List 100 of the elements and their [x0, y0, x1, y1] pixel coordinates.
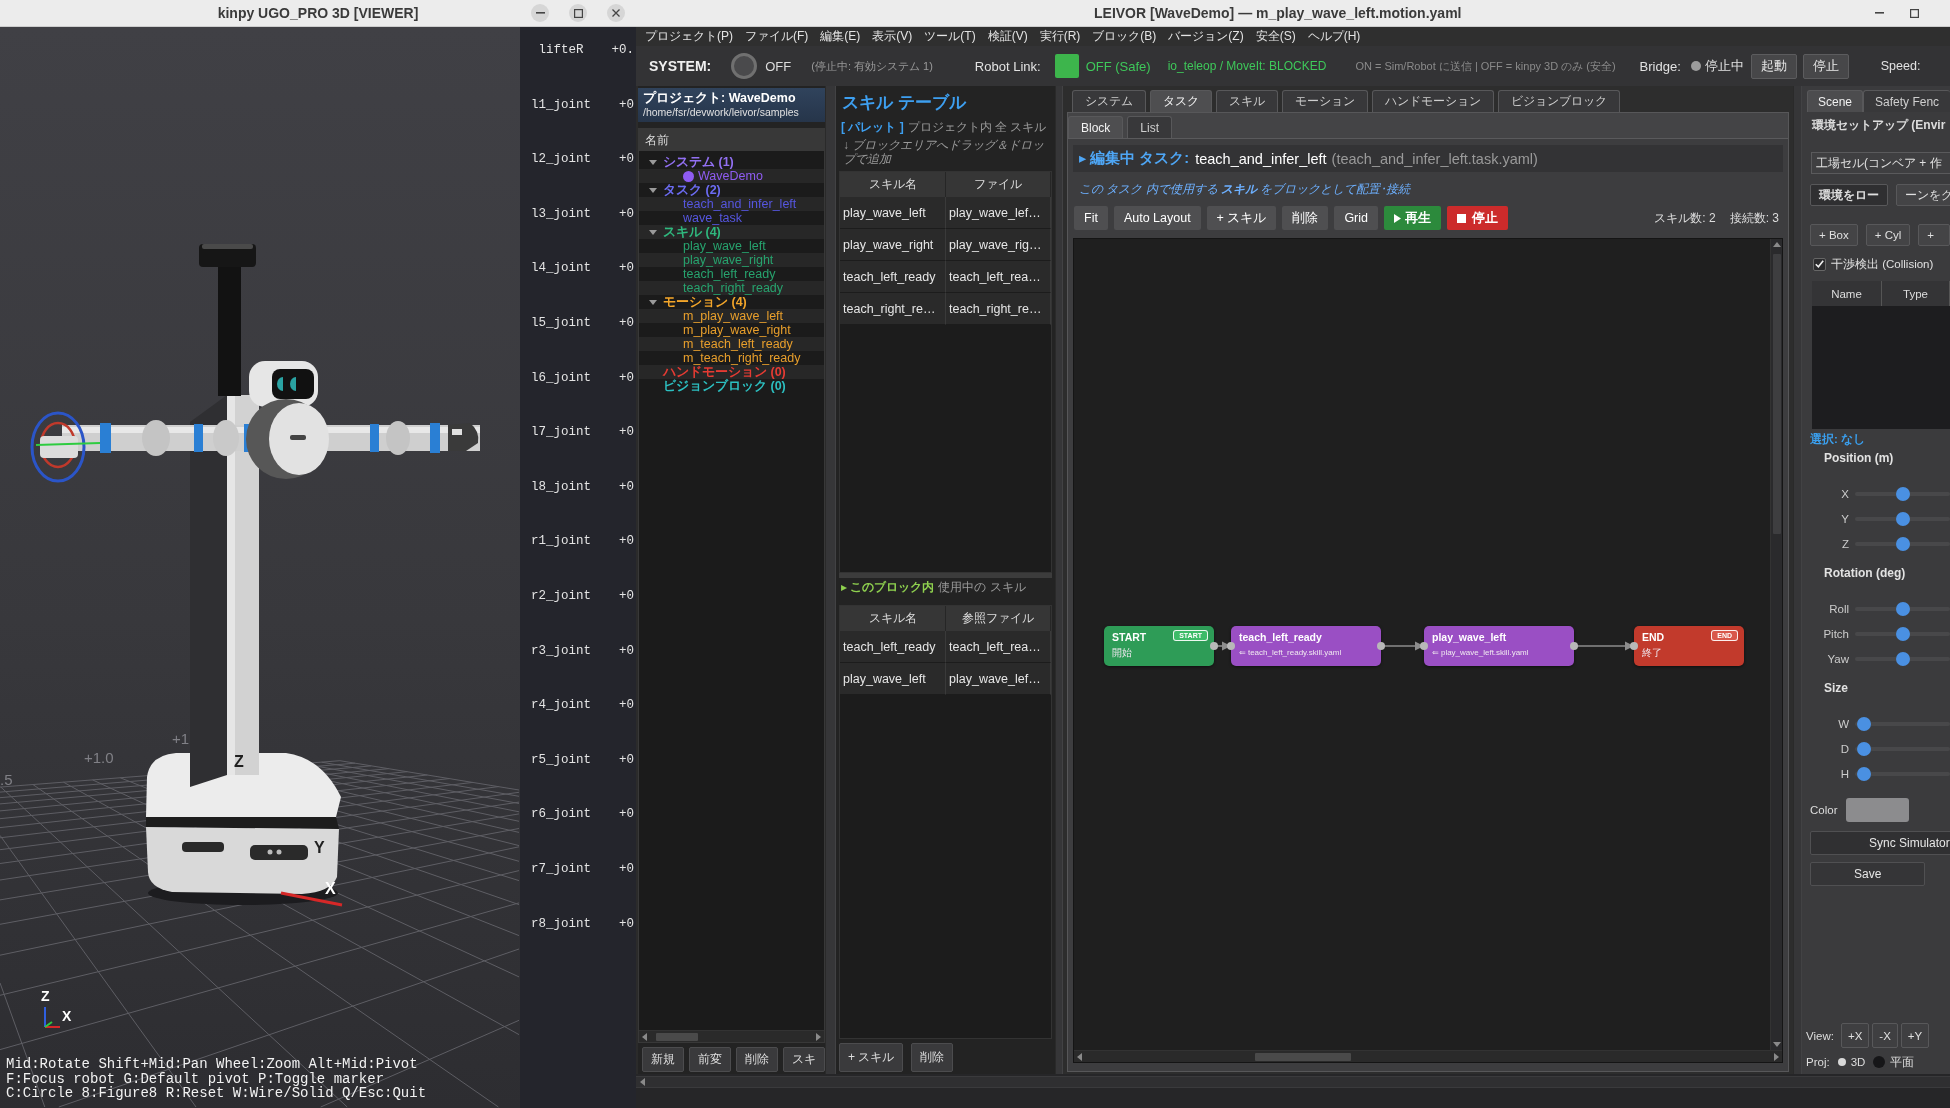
scroll-left-icon[interactable]	[642, 1032, 647, 1041]
table-cell[interactable]: teach_left_rea…	[946, 631, 1051, 663]
scene-button[interactable]: ーンをク	[1896, 184, 1950, 206]
tab[interactable]: スキル	[1216, 90, 1278, 112]
slider-thumb[interactable]	[1895, 626, 1910, 641]
scroll-up-icon[interactable]	[1772, 242, 1781, 247]
vertical-scrollbar[interactable]	[1770, 239, 1782, 1050]
horizontal-scrollbar[interactable]	[1074, 1050, 1782, 1062]
table-cell[interactable]: play_wave_lef…	[946, 197, 1051, 229]
tree-item[interactable]: ハンドモーション (0)	[639, 365, 824, 379]
caret-icon[interactable]	[649, 159, 657, 165]
table-cell[interactable]: teach_left_rea…	[946, 261, 1051, 293]
sync-button[interactable]: Sync Simulator	[1810, 831, 1950, 855]
tree-item[interactable]: teach_left_ready	[639, 267, 824, 281]
bridge-button[interactable]: 停止	[1802, 53, 1849, 79]
table-cell[interactable]: teach_right_re…	[946, 293, 1051, 325]
view-button[interactable]: +Y	[1900, 1023, 1930, 1048]
tree-item[interactable]: m_play_wave_left	[639, 309, 824, 323]
system-toggle[interactable]	[731, 53, 758, 79]
view-button[interactable]: -X	[1872, 1023, 1898, 1048]
tree-item[interactable]: タスク (2)	[639, 183, 824, 197]
caret-icon[interactable]	[649, 187, 657, 193]
task-node[interactable]: play_wave_left ⇐ play_wave_left.skill.yaml	[1424, 626, 1574, 666]
panel-button[interactable]: 削除	[911, 1043, 954, 1072]
tab[interactable]: タスク	[1150, 90, 1212, 112]
tree-item[interactable]: m_teach_right_ready	[639, 351, 824, 365]
tree-item[interactable]: スキル (4)	[639, 225, 824, 239]
tree-item[interactable]: teach_right_ready	[639, 281, 824, 295]
menu-item[interactable]: 実行(R)	[1039, 29, 1081, 44]
tree-item[interactable]: m_play_wave_right	[639, 323, 824, 337]
slider-thumb[interactable]	[1856, 766, 1871, 781]
menu-item[interactable]: 検証(V)	[987, 29, 1028, 44]
menu-item[interactable]: 表示(V)	[872, 29, 913, 44]
tree-item[interactable]: システム (1)	[639, 155, 824, 169]
scroll-left-icon[interactable]	[640, 1078, 645, 1086]
toolbar-button[interactable]: 削除	[1282, 206, 1329, 230]
caret-icon[interactable]	[649, 229, 657, 235]
scroll-right-icon[interactable]	[816, 1032, 821, 1041]
scrollbar-thumb[interactable]	[1255, 1052, 1351, 1061]
minimize-icon[interactable]	[1875, 12, 1884, 14]
radio-button[interactable]	[1837, 1058, 1846, 1066]
add-button[interactable]: + Box	[1810, 224, 1858, 246]
scroll-down-icon[interactable]	[1772, 1042, 1781, 1047]
add-button[interactable]: +	[1918, 224, 1950, 246]
task-node[interactable]: teach_left_ready ⇐ teach_left_ready.skill.yaml	[1231, 626, 1381, 666]
slider-thumb[interactable]	[1856, 741, 1871, 756]
scroll-right-icon[interactable]	[1774, 1052, 1779, 1061]
table-cell[interactable]: teach_left_ready	[840, 261, 946, 293]
scene-button[interactable]: 環境をロー	[1810, 184, 1888, 206]
menu-item[interactable]: ヘルプ(H)	[1307, 29, 1361, 44]
play-button[interactable]: 再生	[1384, 206, 1441, 230]
table-cell[interactable]: play_wave_lef…	[946, 663, 1051, 695]
panel-button[interactable]: 削除	[736, 1047, 778, 1072]
table-cell[interactable]: teach_left_ready	[840, 631, 946, 663]
caret-icon[interactable]	[649, 299, 657, 305]
scrollbar-thumb[interactable]	[656, 1032, 698, 1041]
color-swatch[interactable]	[1846, 798, 1910, 822]
panel-button[interactable]: 新規	[642, 1047, 684, 1072]
tab[interactable]: ハンドモーション	[1372, 90, 1494, 112]
toolbar-button[interactable]: Grid	[1334, 206, 1378, 230]
menu-item[interactable]: プロジェクト(P)	[645, 29, 733, 44]
menu-item[interactable]: 編集(E)	[820, 29, 861, 44]
stop-button[interactable]: 停止	[1447, 206, 1508, 230]
tree-item[interactable]: play_wave_right	[639, 253, 824, 267]
menu-item[interactable]: 安全(S)	[1255, 29, 1296, 44]
tab[interactable]: システム	[1072, 90, 1146, 112]
table-cell[interactable]: play_wave_right	[840, 229, 946, 261]
radio-button[interactable]	[1873, 1056, 1886, 1068]
tree-item[interactable]: ビジョンブロック (0)	[639, 379, 824, 393]
close-button[interactable]	[607, 4, 625, 22]
preset-dropdown[interactable]: 工場セル(コンベア + 作	[1811, 152, 1950, 174]
menu-item[interactable]: ファイル(F)	[745, 29, 809, 44]
menu-item[interactable]: バージョン(Z)	[1168, 29, 1244, 44]
slider-thumb[interactable]	[1895, 651, 1910, 666]
tab[interactable]: Block	[1068, 116, 1124, 138]
menu-item[interactable]: ブロック(B)	[1092, 29, 1157, 44]
panel-button[interactable]: 前変	[689, 1047, 731, 1072]
tree-item[interactable]: m_teach_left_ready	[639, 337, 824, 351]
tab[interactable]: モーション	[1282, 90, 1368, 112]
slider-thumb[interactable]	[1895, 536, 1910, 551]
horizontal-scrollbar[interactable]	[639, 1030, 824, 1042]
scroll-left-icon[interactable]	[1077, 1052, 1082, 1061]
tree-item[interactable]: play_wave_left	[639, 239, 824, 253]
table-cell[interactable]: teach_right_re…	[840, 293, 946, 325]
slider-thumb[interactable]	[1895, 601, 1910, 616]
tree-item[interactable]: WaveDemo	[639, 169, 824, 183]
scrollbar-thumb[interactable]	[1772, 254, 1781, 534]
maximize-icon[interactable]	[1910, 8, 1919, 18]
tab[interactable]: ビジョンブロック	[1498, 90, 1620, 112]
maximize-button[interactable]	[569, 4, 587, 22]
table-cell[interactable]: play_wave_left	[840, 663, 946, 695]
panel-button[interactable]: スキ	[783, 1047, 825, 1072]
tab[interactable]: List	[1127, 116, 1173, 138]
tree-item[interactable]: モーション (4)	[639, 295, 824, 309]
checkbox[interactable]	[1813, 257, 1826, 271]
horizontal-scrollbar[interactable]	[636, 1076, 1950, 1088]
save-button[interactable]: Save	[1810, 862, 1925, 886]
table-cell[interactable]: play_wave_left	[840, 197, 946, 229]
panel-button[interactable]: + スキル	[839, 1043, 904, 1072]
toolbar-button[interactable]: + スキル	[1206, 206, 1277, 230]
